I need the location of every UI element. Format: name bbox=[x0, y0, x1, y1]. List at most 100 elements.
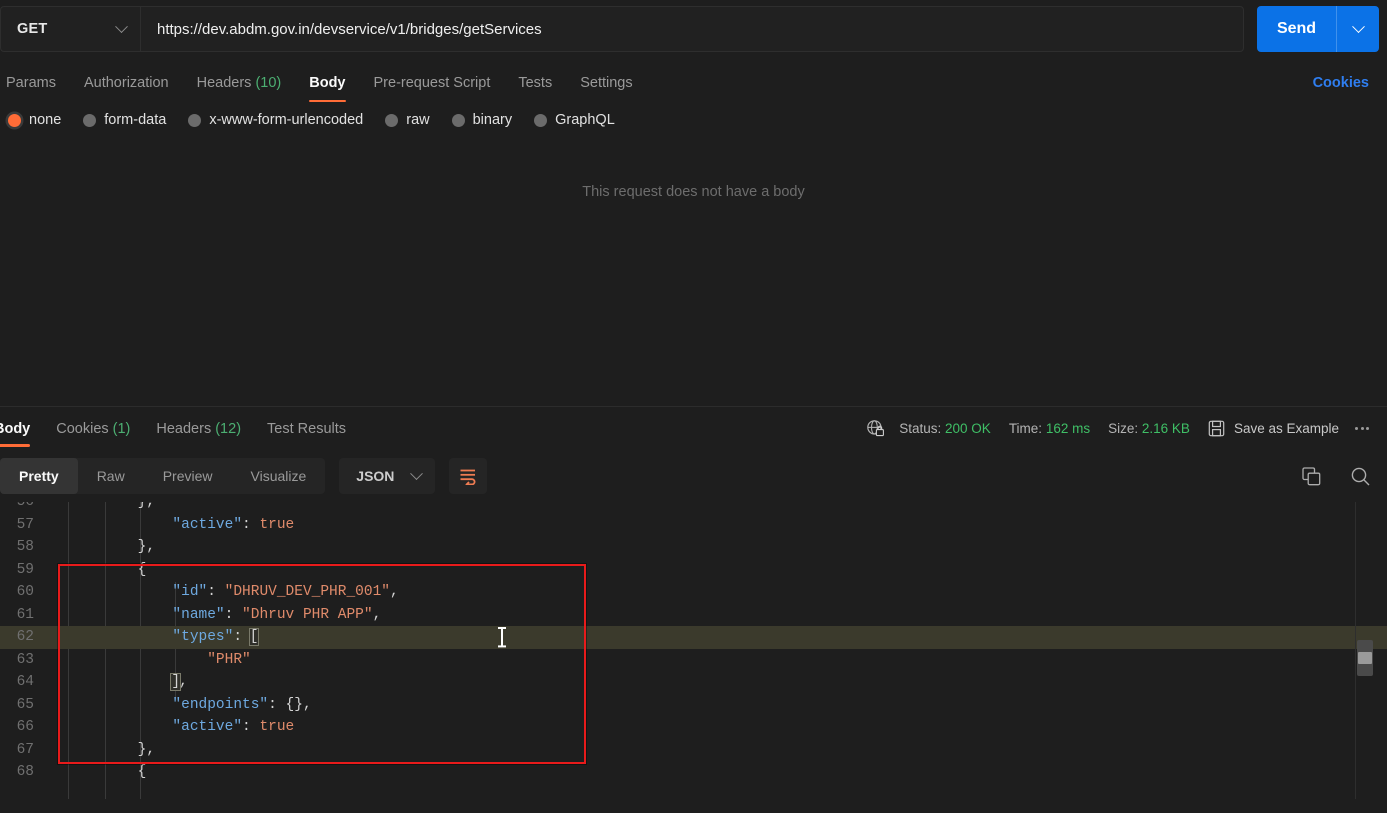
response-toolbar-actions bbox=[1301, 466, 1371, 487]
code-token: : bbox=[224, 606, 243, 623]
radio-indicator bbox=[8, 113, 21, 127]
response-body-code-viewer[interactable]: 56 }, 57 "active": true 58 }, 59 {60 "id": … bbox=[0, 502, 1387, 799]
response-format-select[interactable]: JSON bbox=[339, 458, 436, 494]
code-token: { bbox=[137, 561, 147, 578]
send-button[interactable]: Send bbox=[1257, 6, 1379, 52]
body-type-label: GraphQL bbox=[555, 112, 615, 128]
body-type-radio-form-data[interactable]: form-data bbox=[83, 112, 166, 128]
response-meta-bar: BodyCookies (1)Headers (12)Test Results … bbox=[0, 406, 1387, 450]
size-label: Size: bbox=[1108, 421, 1139, 436]
request-tab-body[interactable]: Body bbox=[309, 75, 346, 102]
line-number: 63 bbox=[16, 651, 34, 668]
time-value: 162 ms bbox=[1045, 421, 1091, 436]
tab-label: Authorization bbox=[83, 75, 169, 91]
code-line-text: ], bbox=[46, 671, 188, 694]
code-token: "id" bbox=[172, 584, 208, 600]
code-scrollbar[interactable] bbox=[1357, 502, 1373, 799]
view-mode-preview[interactable]: Preview bbox=[144, 458, 232, 494]
code-token: "DHRUV_DEV_PHR_001" bbox=[224, 584, 390, 600]
code-token: "PHR" bbox=[207, 651, 251, 668]
size-stat: Size: 2.16 KB bbox=[1108, 421, 1190, 436]
body-type-radio-raw[interactable]: raw bbox=[385, 112, 430, 128]
url-input-wrapper[interactable] bbox=[140, 6, 1244, 52]
status-stat: Status: 200 OK bbox=[899, 421, 991, 436]
empty-body-message: This request does not have a body bbox=[582, 184, 805, 200]
line-number: 61 bbox=[16, 606, 34, 623]
line-number: 67 bbox=[16, 741, 34, 758]
line-number: 57 bbox=[16, 516, 34, 533]
code-token: , bbox=[302, 696, 312, 713]
save-as-example-label: Save as Example bbox=[1233, 421, 1339, 436]
code-token: }, bbox=[137, 502, 156, 510]
line-number: 59 bbox=[16, 561, 34, 578]
code-token: , bbox=[179, 674, 188, 690]
request-tab-tests[interactable]: Tests bbox=[518, 75, 552, 102]
body-type-radio-binary[interactable]: binary bbox=[451, 112, 513, 128]
tab-label: Tests bbox=[518, 75, 553, 91]
view-mode-pretty[interactable]: Pretty bbox=[0, 458, 78, 494]
tab-label: Headers bbox=[156, 420, 212, 437]
code-token: : bbox=[233, 629, 251, 645]
copy-icon[interactable] bbox=[1301, 466, 1322, 487]
save-disk-icon bbox=[1208, 420, 1225, 437]
body-type-radio-x-www-form-urlencoded[interactable]: x-www-form-urlencoded bbox=[188, 112, 363, 128]
line-number: 68 bbox=[16, 764, 34, 780]
word-wrap-icon bbox=[460, 469, 476, 485]
tab-count: (10) bbox=[251, 75, 282, 91]
request-tab-settings[interactable]: Settings bbox=[580, 75, 632, 102]
code-line-text: }, bbox=[46, 502, 155, 514]
line-number: 58 bbox=[16, 539, 34, 555]
code-scrollbar-thumb[interactable] bbox=[1357, 640, 1373, 676]
body-type-radio-group: none form-data x-www-form-urlencoded raw bin… bbox=[0, 102, 1387, 138]
url-input[interactable] bbox=[157, 20, 1227, 38]
radio-indicator bbox=[451, 113, 465, 127]
body-type-label: binary bbox=[472, 112, 513, 128]
code-line: 56 }, bbox=[0, 502, 1387, 514]
code-token: , bbox=[389, 584, 399, 600]
body-type-radio-none[interactable]: none bbox=[8, 112, 61, 128]
radio-indicator bbox=[83, 113, 97, 127]
code-line: 62 "types": [ bbox=[0, 626, 1387, 649]
code-line-text: "id": "DHRUV_DEV_PHR_001", bbox=[46, 581, 399, 604]
code-token: {} bbox=[285, 696, 303, 713]
search-icon[interactable] bbox=[1350, 466, 1371, 487]
response-tab-cookies[interactable]: Cookies (1) bbox=[56, 411, 130, 447]
code-line-text: }, bbox=[46, 536, 155, 559]
tab-count: (12) bbox=[211, 420, 242, 437]
request-tab-headers[interactable]: Headers (10) bbox=[197, 75, 282, 102]
request-tab-pre-request-script[interactable]: Pre-request Script bbox=[374, 75, 491, 102]
view-mode-raw[interactable]: Raw bbox=[78, 458, 144, 494]
response-tab-test-results[interactable]: Test Results bbox=[267, 411, 346, 447]
tab-count: (1) bbox=[108, 420, 131, 437]
line-number: 66 bbox=[16, 719, 34, 735]
code-line: 67 }, bbox=[0, 739, 1387, 762]
code-line: 63 "PHR" bbox=[0, 649, 1387, 672]
word-wrap-toggle[interactable] bbox=[449, 458, 488, 494]
code-token: "endpoints" bbox=[172, 696, 269, 713]
view-mode-visualize[interactable]: Visualize bbox=[232, 458, 326, 494]
code-token: "active" bbox=[172, 719, 243, 735]
more-horizontal-icon[interactable] bbox=[1353, 421, 1371, 436]
response-tabs: Body Cookies (1) Headers (12) Test Results bbox=[0, 411, 372, 447]
code-panel-divider bbox=[1355, 502, 1356, 799]
request-tab-authorization[interactable]: Authorization bbox=[84, 75, 169, 102]
code-line: 60 "id": "DHRUV_DEV_PHR_001", bbox=[0, 581, 1387, 604]
response-tab-headers[interactable]: Headers (12) bbox=[156, 411, 241, 447]
response-tab-body[interactable]: Body bbox=[0, 411, 31, 447]
code-line-text: "active": true bbox=[46, 716, 294, 739]
request-body-area: This request does not have a body bbox=[0, 138, 1387, 406]
code-line: 57 "active": true bbox=[0, 514, 1387, 537]
code-token: : bbox=[268, 696, 286, 713]
http-method-selector[interactable]: GET bbox=[0, 6, 140, 52]
code-line-text: "name": "Dhruv PHR APP", bbox=[46, 604, 381, 627]
code-line: 59 { bbox=[0, 559, 1387, 582]
response-format-label: JSON bbox=[356, 468, 395, 484]
body-type-radio-graphql[interactable]: GraphQL bbox=[534, 112, 615, 128]
save-as-example-button[interactable]: Save as Example bbox=[1208, 420, 1339, 437]
tab-label: Params bbox=[6, 75, 56, 91]
cookies-link[interactable]: Cookies bbox=[1313, 75, 1369, 102]
request-tab-params[interactable]: Params bbox=[6, 75, 56, 102]
send-options-button[interactable] bbox=[1337, 19, 1379, 34]
line-number: 64 bbox=[16, 674, 34, 690]
code-token: true bbox=[259, 719, 295, 735]
